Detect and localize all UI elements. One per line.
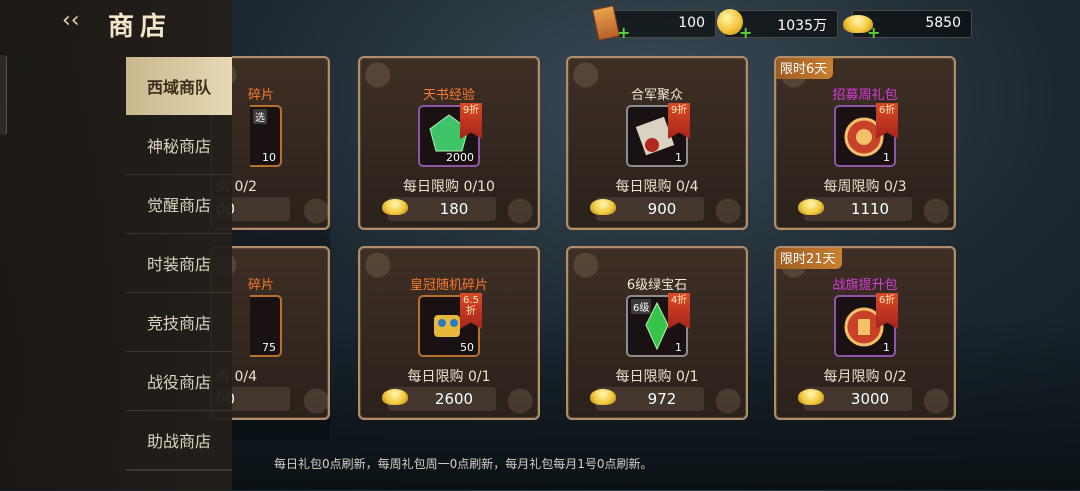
gold-ingot-icon — [798, 389, 824, 405]
price-value: 180 — [439, 200, 469, 218]
page-title: 商店 — [108, 12, 173, 42]
add-ingot-icon[interactable]: + — [867, 23, 880, 42]
item-icon: 75 — [250, 295, 282, 357]
shop-card-crown-fragment[interactable]: 皇冠随机碎片 6.5折 50 每日限购 0/1 2600 — [358, 246, 540, 420]
tab-arena-shop[interactable]: 竞技商店 — [126, 293, 232, 352]
time-limit-badge: 限时21天 — [776, 248, 842, 269]
currency-gold[interactable]: + 1035万 — [717, 9, 838, 42]
gold-value: 1035万 — [777, 18, 827, 34]
item-count: 1 — [675, 341, 682, 354]
add-ticket-icon[interactable]: + — [617, 23, 630, 42]
item-count: 75 — [262, 341, 276, 354]
item-count: 1 — [883, 341, 890, 354]
item-name: 战旗提升包 — [832, 278, 898, 293]
currency-ingot[interactable]: + 5850 — [843, 10, 972, 42]
tab-awaken-shop[interactable]: 觉醒商店 — [126, 175, 232, 234]
green-gem-icon: 9折 2000 — [418, 103, 482, 167]
purchase-limit: 每周限购 0/3 — [823, 179, 907, 195]
tab-support-shop[interactable]: 助战商店 — [126, 411, 232, 470]
sidebar: ‹‹ 商店 西域商队 神秘商店 觉醒商店 时装商店 竞技商店 战役商店 助战商店 — [0, 0, 232, 490]
ingot-value: 5850 — [925, 15, 961, 31]
item-count: 2000 — [446, 151, 474, 164]
item-count: 1 — [675, 151, 682, 164]
gem-level-tag: 6级 — [631, 299, 652, 314]
gold-ingot-icon — [590, 389, 616, 405]
price-button[interactable]: 900 — [590, 197, 704, 221]
gift-pack-icon: 6折 1 — [834, 293, 898, 357]
purchase-limit: 每日限购 0/1 — [407, 369, 491, 385]
price-value: 2600 — [434, 390, 474, 408]
item-name: 6级绿宝石 — [626, 278, 688, 293]
tab-costume-shop[interactable]: 时装商店 — [126, 234, 232, 293]
tab-campaign-shop[interactable]: 战役商店 — [126, 352, 232, 411]
item-name: 合军聚众 — [630, 88, 683, 103]
green-gem-icon: 6级 4折 1 — [626, 293, 690, 357]
price-button[interactable]: 1110 — [798, 197, 912, 221]
item-name: 天书经验 — [422, 88, 475, 103]
price-button[interactable]: 2600 — [382, 387, 496, 411]
price-value: 1110 — [850, 200, 890, 218]
shop-card-tianshu-exp[interactable]: 天书经验 9折 2000 每日限购 0/10 180 — [358, 56, 540, 230]
gift-pack-icon: 6折 1 — [834, 103, 898, 167]
price-button[interactable]: 180 — [382, 197, 496, 221]
price-button[interactable]: 3000 — [798, 387, 912, 411]
shop-card-green-gem-lv6[interactable]: 6级绿宝石 6级 4折 1 每日限购 0/1 972 — [566, 246, 748, 420]
tab-western-caravan[interactable]: 西域商队 — [126, 57, 232, 115]
back-icon[interactable]: ‹‹ — [62, 8, 92, 38]
tab-mystery-shop[interactable]: 神秘商店 — [126, 116, 232, 175]
item-name: 招募周礼包 — [832, 88, 898, 103]
purchase-limit: 每月限购 0/2 — [823, 369, 907, 385]
item-icon: 选 10 — [250, 105, 282, 167]
add-gold-icon[interactable]: + — [739, 23, 752, 42]
side-drawer-handle[interactable] — [0, 55, 7, 135]
purchase-limit: 每日限购 0/10 — [403, 179, 495, 195]
shop-card-hejun-juzhong[interactable]: 合军聚众 9折 1 每日限购 0/4 900 — [566, 56, 748, 230]
gold-ingot-icon — [798, 199, 824, 215]
gold-ingot-icon — [590, 199, 616, 215]
gold-ingot-icon — [382, 199, 408, 215]
select-badge: 选 — [253, 109, 267, 124]
refresh-note: 每日礼包0点刷新，每周礼包周一0点刷新，每月礼包每月1号0点刷新。 — [274, 457, 653, 471]
item-count: 1 — [883, 151, 890, 164]
price-value: 900 — [647, 200, 677, 218]
item-count: 10 — [262, 151, 276, 164]
item-count: 50 — [460, 341, 474, 354]
price-value: 972 — [647, 390, 677, 408]
purchase-limit: 每日限购 0/4 — [615, 179, 699, 195]
purchase-limit: 每日限购 0/1 — [615, 369, 699, 385]
crown-fragment-icon: 6.5折 50 — [418, 293, 482, 357]
shop-card-flag-upgrade-pack[interactable]: 限时21天 战旗提升包 6折 1 每月限购 0/2 3000 — [774, 246, 956, 420]
currency-ticket[interactable]: + 100 — [591, 5, 716, 42]
item-name: 皇冠随机碎片 — [409, 278, 488, 293]
ticket-value: 100 — [678, 15, 705, 31]
price-button[interactable]: 972 — [590, 387, 704, 411]
item-name: 碎片 — [248, 88, 275, 103]
scroll-icon: 9折 1 — [626, 103, 690, 167]
shop-card-recruit-weekly-pack[interactable]: 限时6天 招募周礼包 6折 1 每周限购 0/3 1110 — [774, 56, 956, 230]
time-limit-badge: 限时6天 — [776, 58, 834, 79]
gold-ingot-icon — [382, 389, 408, 405]
price-value: 3000 — [850, 390, 890, 408]
item-name: 碎片 — [248, 278, 275, 293]
